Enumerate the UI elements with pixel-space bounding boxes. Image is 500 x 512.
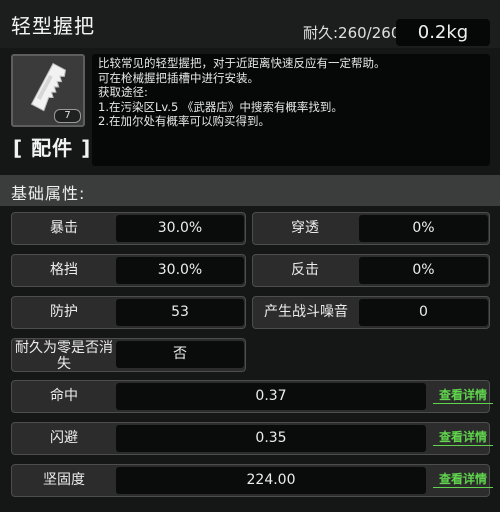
stat-label: 防护	[50, 304, 78, 320]
item-icon-card[interactable]: 7	[11, 54, 85, 127]
durability-text: 耐久:260/260	[303, 24, 401, 42]
stat-hit: 命中 0.37 查看详情	[11, 380, 493, 413]
stat-sturdiness: 坚固度 224.00 查看详情	[11, 464, 493, 497]
description-line: 可在枪械握把插槽中进行安装。	[98, 70, 259, 85]
weight-box: 0.2kg	[396, 19, 490, 46]
stat-value: 0%	[359, 257, 488, 284]
stat-label: 格挡	[50, 262, 78, 278]
stat-label: 坚固度	[43, 472, 85, 488]
stat-dodge: 闪避 0.35 查看详情	[11, 422, 493, 455]
view-details-button[interactable]: 查看详情	[433, 471, 493, 488]
section-title: 基础属性:	[11, 184, 86, 203]
stat-value: 53	[116, 299, 244, 326]
stat-crit: 暴击 30.0%	[11, 212, 246, 245]
item-title: 轻型握把	[11, 14, 95, 38]
stat-destroy-on-zero: 耐久为零是否消 失 否	[11, 338, 246, 372]
level-badge: 7	[54, 109, 81, 123]
stat-label: 暴击	[50, 220, 78, 236]
item-category: [ 配件 ]	[13, 136, 92, 160]
stat-counter: 反击 0%	[252, 254, 490, 287]
stat-label: 穿透	[291, 220, 319, 236]
section-header: 基础属性:	[0, 175, 500, 206]
stat-label: 反击	[291, 262, 319, 278]
stat-value: 否	[116, 341, 244, 368]
grip-icon	[30, 62, 67, 112]
stat-value: 0%	[359, 215, 488, 242]
view-details-button[interactable]: 查看详情	[433, 429, 493, 446]
stat-penetration: 穿透 0%	[252, 212, 490, 245]
stat-block: 格挡 30.0%	[11, 254, 246, 287]
stat-label: 产生战斗噪音	[264, 304, 348, 320]
stat-label: 闪避	[50, 430, 78, 446]
view-details-button[interactable]: 查看详情	[433, 387, 493, 404]
description-line: 比较常见的轻型握把，对于近距离快速反应有一定帮助。	[98, 56, 386, 70]
stat-label-line: 失	[57, 356, 71, 372]
description-panel: 比较常见的轻型握把，对于近距离快速反应有一定帮助。 可在枪械握把插槽中进行安装。…	[92, 54, 490, 166]
stat-value: 0	[359, 299, 488, 326]
stat-value: 0.37	[116, 383, 426, 410]
stat-value: 0.35	[116, 425, 426, 452]
stat-label: 命中	[50, 388, 78, 404]
description-line: 2.在加尔处有概率可以购买得到。	[98, 114, 270, 128]
stat-combat-noise: 产生战斗噪音 0	[252, 296, 490, 329]
stat-label: 耐久为零是否消 失	[12, 340, 116, 372]
stat-label-line: 耐久为零是否消	[15, 340, 113, 356]
description-line: 获取途径:	[98, 85, 148, 99]
description-line: 1.在污染区Lv.5 《武器店》中搜索有概率找到。	[98, 99, 343, 114]
stat-protection: 防护 53	[11, 296, 246, 329]
stat-value: 30.0%	[116, 257, 244, 284]
stat-value: 224.00	[116, 467, 426, 494]
item-header: 轻型握把 耐久:260/260 0.2kg	[0, 0, 500, 48]
stat-value: 30.0%	[116, 215, 244, 242]
